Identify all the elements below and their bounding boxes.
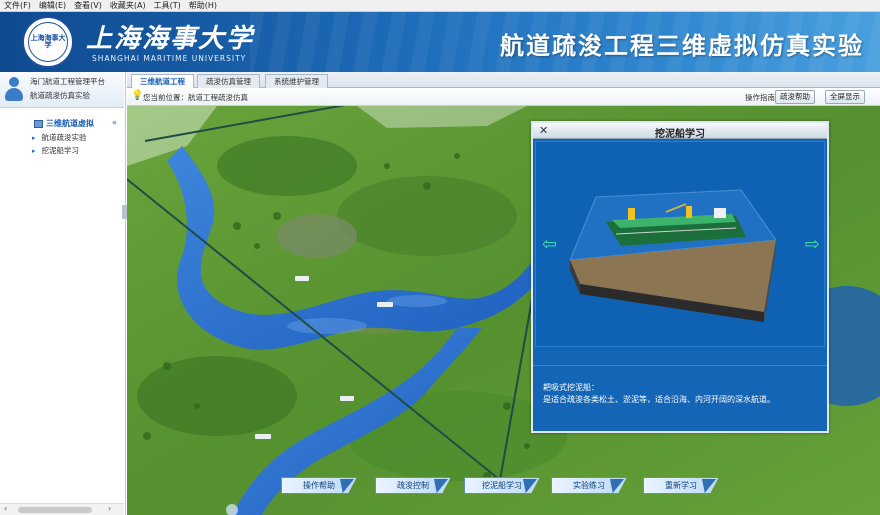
popup-title: 挖泥船学习 bbox=[655, 129, 705, 140]
sidebar-h-scrollbar[interactable]: ‹ › bbox=[0, 503, 124, 515]
user-info-line1: 海门航道工程管理平台 bbox=[30, 77, 105, 86]
menu-view[interactable]: 查看(V) bbox=[74, 0, 102, 11]
button-label: 重新学习 bbox=[665, 481, 697, 490]
button-label: 挖泥船学习 bbox=[482, 481, 522, 490]
popup-header: ✕ 挖泥船学习 bbox=[533, 123, 827, 140]
relearn-button[interactable]: 重新学习 bbox=[643, 477, 719, 494]
collapse-icon[interactable]: « bbox=[112, 118, 117, 127]
dredger-learning-button[interactable]: 挖泥船学习 bbox=[464, 477, 540, 494]
tree-root-label: 三维航道虚拟 bbox=[46, 119, 94, 128]
sidebar-item-dredging-experiment[interactable]: ▸ 航道疏浚实验 bbox=[32, 132, 87, 143]
button-label: 疏浚控制 bbox=[397, 481, 429, 490]
seal-inner: 上海海事大学 bbox=[28, 22, 68, 62]
menu-edit[interactable]: 编辑(E) bbox=[39, 0, 66, 11]
tree-root-3d-channel[interactable]: 三维航道虚拟 bbox=[34, 118, 94, 129]
scroll-thumb[interactable] bbox=[18, 507, 92, 513]
operation-help-button[interactable]: 操作帮助 bbox=[281, 477, 357, 494]
user-panel: 海门航道工程管理平台 航道疏浚仿真实验 bbox=[0, 72, 124, 108]
tab-dredging-management[interactable]: 疏浚仿真管理 bbox=[197, 74, 260, 88]
dredger-model-view[interactable]: ⇦ ⇨ bbox=[535, 141, 825, 347]
dredger-model-render bbox=[536, 142, 824, 346]
fullscreen-button[interactable]: 全屏显示 bbox=[825, 90, 865, 104]
tab-system-maintenance[interactable]: 系统维护管理 bbox=[265, 74, 328, 88]
operation-guide-link[interactable]: 操作指南 bbox=[745, 92, 775, 103]
sidebar-item-dredger-learning[interactable]: ▸ 挖泥船学习 bbox=[32, 145, 79, 156]
folder-icon bbox=[34, 119, 43, 128]
university-seal: 上海海事大学 bbox=[22, 16, 74, 68]
toolbar: 💡 您当前位置：航道工程疏浚仿真 操作指南 疏浚帮助 全屏显示 bbox=[127, 88, 880, 106]
menu-help[interactable]: 帮助(H) bbox=[189, 0, 217, 11]
location-tip: 您当前位置：航道工程疏浚仿真 bbox=[143, 93, 248, 102]
tab-3d-channel[interactable]: 三维航道工程 bbox=[131, 74, 194, 88]
menu-tools[interactable]: 工具(T) bbox=[154, 0, 181, 11]
university-name-cn: 上海海事大学 bbox=[86, 24, 255, 54]
button-label: 操作帮助 bbox=[303, 481, 335, 490]
button-label: 实验练习 bbox=[573, 481, 605, 490]
menu-file[interactable]: 文件(F) bbox=[4, 0, 31, 11]
dredging-help-button[interactable]: 疏浚帮助 bbox=[775, 90, 815, 104]
sidebar: 海门航道工程管理平台 航道疏浚仿真实验 三维航道虚拟 « ▸ 航道疏浚实验 ▸ … bbox=[0, 72, 126, 515]
prev-arrow-icon[interactable]: ⇦ bbox=[542, 234, 557, 255]
dredger-learning-window: ✕ 挖泥船学习 ⇦ ⇨ 耙吸式挖泥船： 是适合疏浚各类松土、淤泥等，适合沿海、内… bbox=[531, 121, 829, 433]
user-avatar-icon bbox=[4, 77, 24, 103]
sidebar-item-label: 挖泥船学习 bbox=[41, 146, 80, 155]
scroll-left-icon[interactable]: ‹ bbox=[4, 504, 7, 513]
user-info-line2: 航道疏浚仿真实验 bbox=[30, 91, 90, 100]
app-title: 航道疏浚工程三维虚拟仿真实验 bbox=[500, 32, 864, 60]
experiment-practice-button[interactable]: 实验练习 bbox=[551, 477, 627, 494]
dredger-description: 耙吸式挖泥船： 是适合疏浚各类松土、淤泥等，适合沿海、内河开阔的深水航道。 bbox=[533, 365, 827, 431]
dredging-control-button[interactable]: 疏浚控制 bbox=[375, 477, 451, 494]
scroll-right-icon[interactable]: › bbox=[108, 504, 111, 513]
sidebar-item-label: 航道疏浚实验 bbox=[41, 133, 87, 142]
menu-favorites[interactable]: 收藏夹(A) bbox=[110, 0, 146, 11]
university-name-en: SHANGHAI MARITIME UNIVERSITY bbox=[92, 54, 247, 63]
menu-bar: 文件(F) 编辑(E) 查看(V) 收藏夹(A) 工具(T) 帮助(H) bbox=[0, 0, 880, 12]
triangle-right-icon: ▸ bbox=[32, 133, 36, 142]
triangle-right-icon: ▸ bbox=[32, 146, 36, 155]
description-body: 是适合疏浚各类松土、淤泥等，适合沿海、内河开阔的深水航道。 bbox=[543, 395, 775, 404]
next-arrow-icon[interactable]: ⇨ bbox=[805, 234, 820, 255]
description-title: 耙吸式挖泥船： bbox=[543, 383, 599, 392]
lightbulb-icon: 💡 bbox=[131, 90, 144, 101]
tab-bar: 三维航道工程 疏浚仿真管理 系统维护管理 bbox=[127, 72, 880, 88]
header-banner: 上海海事大学 上海海事大学 SHANGHAI MARITIME UNIVERSI… bbox=[0, 12, 880, 72]
